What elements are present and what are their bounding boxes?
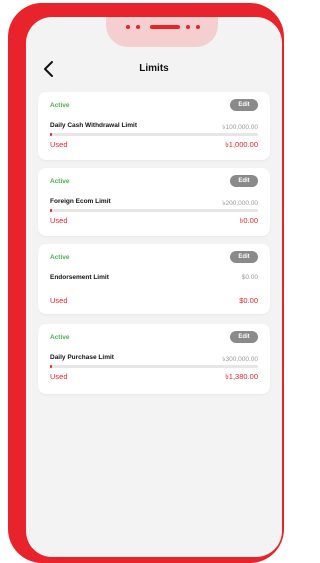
limit-value: ৳200,000.00	[222, 200, 258, 207]
limit-value: ৳100,000.00	[222, 124, 258, 131]
used-value: ৳0.00	[239, 216, 258, 225]
limit-name: Daily Cash Withdrawal Limit	[50, 122, 137, 129]
edit-button[interactable]: Edit	[230, 331, 258, 343]
status-badge: Active	[50, 254, 70, 261]
usage-progress-bar	[50, 133, 258, 136]
limit-name: Foreign Ecom Limit	[50, 198, 111, 205]
notch-speaker	[150, 25, 180, 29]
phone-notch	[106, 17, 218, 47]
edit-button[interactable]: Edit	[230, 175, 258, 187]
notch-dot	[136, 25, 140, 29]
status-badge: Active	[50, 102, 70, 109]
usage-progress-fill	[50, 365, 52, 368]
used-value: ৳1,000.00	[225, 140, 258, 149]
used-label: Used	[50, 140, 68, 149]
header: Limits	[26, 59, 282, 79]
status-badge: Active	[50, 334, 70, 341]
phone-frame: Limits Active Edit Daily Cash Withdrawal…	[8, 3, 284, 563]
limit-card: Active Edit Endorsement Limit $0.00 Used…	[38, 244, 270, 314]
limit-value: ৳300,000.00	[222, 356, 258, 363]
edit-button[interactable]: Edit	[230, 251, 258, 263]
usage-progress-bar	[50, 365, 258, 368]
used-value: $0.00	[239, 296, 258, 305]
usage-progress-bar	[50, 209, 258, 212]
limit-card: Active Edit Daily Cash Withdrawal Limit …	[38, 92, 270, 160]
edit-button[interactable]: Edit	[230, 99, 258, 111]
used-label: Used	[50, 216, 68, 225]
used-value: ৳1,380.00	[225, 372, 258, 381]
limit-value: $0.00	[241, 274, 258, 281]
limit-card: Active Edit Daily Purchase Limit ৳300,00…	[38, 324, 270, 394]
used-label: Used	[50, 296, 68, 305]
used-label: Used	[50, 372, 68, 381]
usage-progress-fill	[50, 133, 53, 136]
limit-name: Daily Purchase Limit	[50, 354, 114, 361]
page-title: Limits	[139, 63, 169, 74]
notch-dot	[196, 25, 200, 29]
phone-screen: Limits Active Edit Daily Cash Withdrawal…	[26, 17, 282, 557]
notch-dot	[126, 25, 130, 29]
limit-name: Endorsement Limit	[50, 274, 109, 281]
notch-dot	[186, 25, 190, 29]
usage-progress-fill	[50, 209, 52, 212]
limit-card: Active Edit Foreign Ecom Limit ৳200,000.…	[38, 168, 270, 236]
status-badge: Active	[50, 178, 70, 185]
